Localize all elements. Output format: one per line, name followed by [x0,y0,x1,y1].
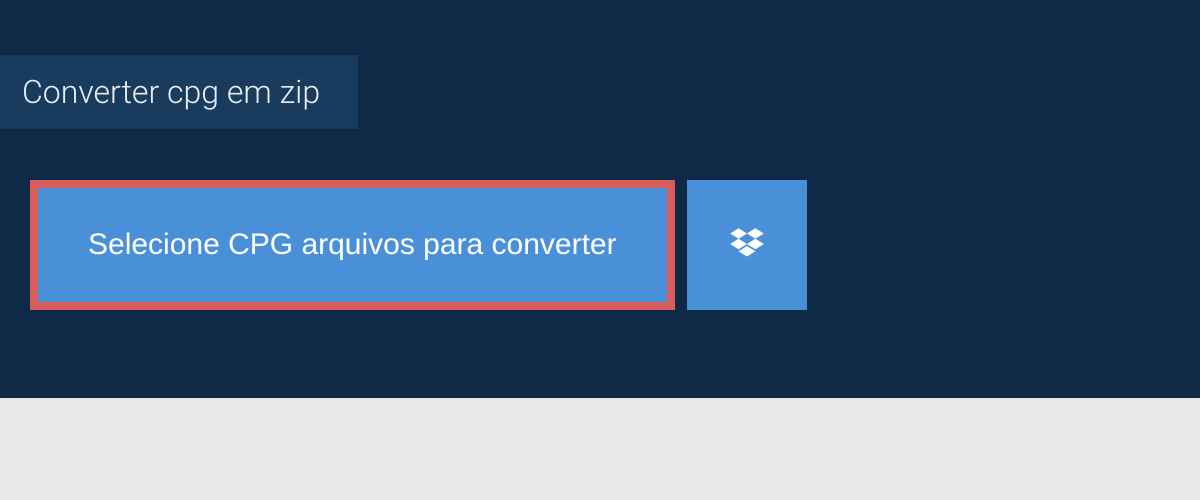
tab-label: Converter cpg em zip [22,73,320,111]
select-button-highlight: Selecione CPG arquivos para converter [30,180,675,310]
action-button-row: Selecione CPG arquivos para converter [30,180,807,310]
dropbox-icon [726,224,768,266]
converter-panel: Converter cpg em zip Selecione CPG arqui… [0,0,1200,398]
select-files-button[interactable]: Selecione CPG arquivos para converter [38,188,667,302]
dropbox-button[interactable] [687,180,807,310]
tab-container: Converter cpg em zip [0,55,358,129]
select-files-label: Selecione CPG arquivos para converter [88,228,617,262]
tab-convert[interactable]: Converter cpg em zip [0,55,358,129]
